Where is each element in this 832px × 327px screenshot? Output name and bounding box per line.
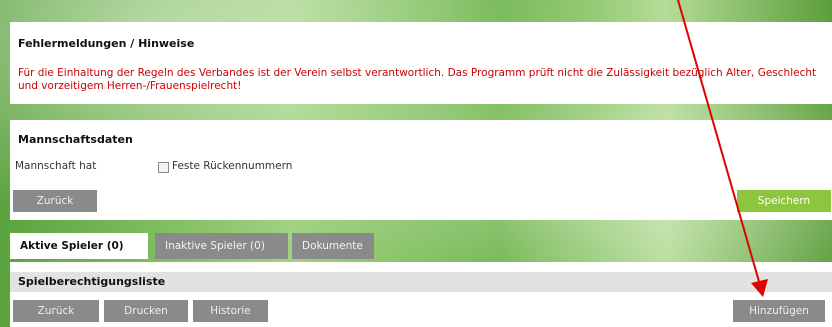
print-button[interactable]: Drucken xyxy=(104,300,188,322)
tab-inactive-players[interactable]: Inaktive Spieler (0) xyxy=(155,233,288,259)
save-button[interactable]: Speichern xyxy=(737,190,831,212)
error-message: Für die Einhaltung der Regeln des Verban… xyxy=(18,67,817,92)
error-panel: Fehlermeldungen / Hinweise Für die Einha… xyxy=(10,22,832,104)
eligibility-list-header: Spielberechtigungsliste xyxy=(10,272,832,292)
fixed-jersey-numbers-label[interactable]: Feste Rückennummern xyxy=(172,160,292,172)
team-data-title: Mannschaftsdaten xyxy=(18,133,133,146)
tab-documents[interactable]: Dokumente xyxy=(292,233,374,259)
error-panel-title: Fehlermeldungen / Hinweise xyxy=(18,37,195,50)
list-back-button[interactable]: Zurück xyxy=(13,300,99,322)
eligibility-list-title: Spielberechtigungsliste xyxy=(18,275,166,288)
add-button[interactable]: Hinzufügen xyxy=(733,300,825,322)
tab-active-players[interactable]: Aktive Spieler (0) xyxy=(10,233,148,259)
eligibility-list-panel: Spielberechtigungsliste Zurück Drucken H… xyxy=(10,262,832,327)
team-data-panel: Mannschaftsdaten Mannschaft hat Feste Rü… xyxy=(10,120,832,220)
team-has-label: Mannschaft hat xyxy=(15,160,97,172)
history-button[interactable]: Historie xyxy=(193,300,268,322)
team-back-button[interactable]: Zurück xyxy=(13,190,97,212)
fixed-jersey-numbers-checkbox[interactable] xyxy=(158,162,169,173)
